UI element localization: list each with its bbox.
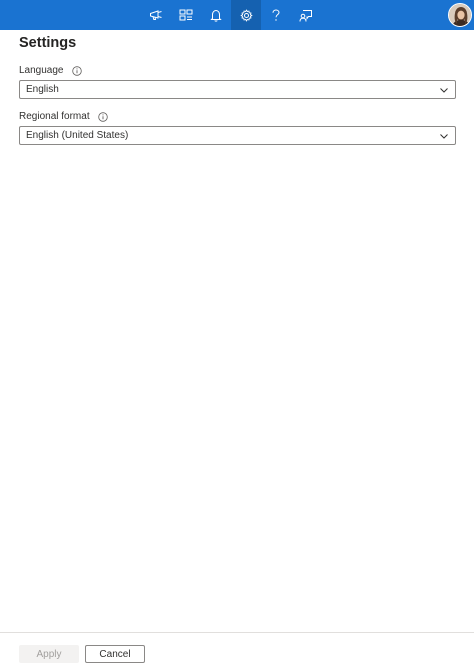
gear-icon xyxy=(240,9,252,21)
apply-button[interactable]: Apply xyxy=(19,645,79,663)
user-avatar[interactable] xyxy=(448,3,472,27)
top-nav-bar xyxy=(0,0,474,30)
info-icon[interactable] xyxy=(97,111,108,122)
regional-format-label-row: Regional format xyxy=(19,111,108,122)
chevron-down-icon xyxy=(440,88,448,93)
language-label-row: Language xyxy=(19,65,82,76)
regional-format-label: Regional format xyxy=(19,111,90,122)
regional-format-select[interactable]: English (United States) xyxy=(19,126,456,145)
megaphone-icon xyxy=(150,10,162,20)
help-button[interactable] xyxy=(261,0,291,30)
chevron-down-icon xyxy=(440,134,448,139)
question-icon xyxy=(272,8,280,21)
avatar-icon xyxy=(449,4,471,26)
feedback-icon xyxy=(299,9,312,22)
language-select[interactable]: English xyxy=(19,80,456,99)
directory-icon xyxy=(179,9,193,21)
bell-icon xyxy=(210,9,222,22)
regional-format-select-value: English (United States) xyxy=(26,130,129,141)
directory-button[interactable] xyxy=(171,0,201,30)
notifications-button[interactable] xyxy=(201,0,231,30)
megaphone-button[interactable] xyxy=(141,0,171,30)
language-select-value: English xyxy=(26,84,59,95)
feedback-button[interactable] xyxy=(291,0,321,30)
language-label: Language xyxy=(19,65,64,76)
info-icon[interactable] xyxy=(71,65,82,76)
settings-button[interactable] xyxy=(231,0,261,30)
cancel-button[interactable]: Cancel xyxy=(85,645,145,663)
page-title: Settings xyxy=(19,35,77,51)
footer-bar: Apply Cancel xyxy=(0,632,474,671)
